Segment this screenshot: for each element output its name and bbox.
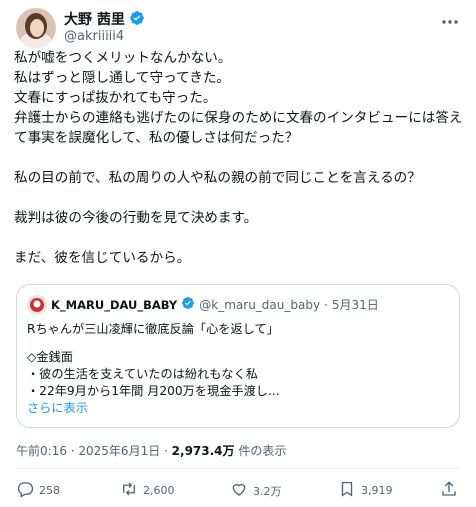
- bookmark-icon: [338, 480, 356, 501]
- share-icon: [440, 480, 458, 501]
- quoted-date: 5月31日: [331, 298, 379, 312]
- post-line: 私はずっと隠し通して守ってきた。: [14, 70, 231, 86]
- view-count: 2,973.4万: [171, 444, 235, 458]
- like-count: 3.2万: [253, 484, 282, 498]
- reply-count: 258: [39, 484, 60, 497]
- bookmark-count: 3,919: [361, 484, 393, 497]
- post-line: 文春にすっぱ抜かれても守った。: [14, 90, 217, 106]
- display-name[interactable]: 大野 茜里: [64, 11, 125, 29]
- quoted-avatar: [27, 295, 47, 315]
- verified-badge-icon: [181, 296, 195, 314]
- quoted-post-header: K_MARU_DAU_BABY @k_maru_dau_baby · 5月31日: [27, 295, 379, 315]
- post-timestamp[interactable]: 午前0:16 · 2025年6月1日 ·: [16, 444, 172, 458]
- user-handle[interactable]: @akriiiii4: [64, 29, 124, 45]
- name-row: 大野 茜里: [64, 10, 145, 30]
- post-meta: 午前0:16 · 2025年6月1日 · 2,973.4万 件の表示: [16, 443, 286, 459]
- bookmark-button[interactable]: 3,919: [338, 480, 393, 501]
- quoted-line: ・22年9月から1年間 月200万を現金手渡し...: [27, 384, 280, 398]
- reply-button[interactable]: 258: [16, 480, 60, 501]
- like-button[interactable]: 3.2万: [230, 480, 282, 501]
- share-button[interactable]: [440, 480, 458, 501]
- repost-count: 2,600: [143, 484, 175, 497]
- repost-icon: [120, 480, 138, 501]
- post-text: 私が嘘をつくメリットなんかない。 私はずっと隠し通して守ってきた。 文春にすっぱ…: [14, 48, 466, 268]
- divider: [16, 468, 460, 469]
- action-bar: 258 2,600 3.2万 3,919: [16, 480, 460, 500]
- verified-badge-icon: [129, 10, 145, 30]
- post-header: 大野 茜里 @akriiiii4: [16, 8, 460, 48]
- quoted-handle: @k_maru_dau_baby: [199, 298, 321, 312]
- post-line: 裁判は彼の今後の行動を見て決めます。: [14, 210, 258, 226]
- avatar[interactable]: [16, 8, 56, 48]
- views-label: 件の表示: [234, 444, 287, 458]
- quoted-display-name: K_MARU_DAU_BABY: [51, 298, 178, 312]
- post-line: 私が嘘をつくメリットなんかない。: [14, 50, 232, 66]
- quoted-post[interactable]: K_MARU_DAU_BABY @k_maru_dau_baby · 5月31日…: [16, 284, 460, 428]
- quoted-line: ・彼の生活を支えていたのは紛れもなく私: [27, 367, 258, 381]
- repost-button[interactable]: 2,600: [120, 480, 175, 501]
- meta-separator: ·: [324, 298, 328, 312]
- quoted-line: ◇金銭面: [27, 350, 73, 364]
- show-more-link[interactable]: さらに表示: [27, 400, 451, 417]
- quoted-line: Rちゃんが三山凌輝に徹底反論「心を返して」: [27, 322, 279, 336]
- quoted-text: Rちゃんが三山凌輝に徹底反論「心を返して」 ◇金銭面 ・彼の生活を支えていたのは…: [27, 321, 451, 417]
- post-line: 私の目の前で、私の周りの人や私の親の前で同じことを言えるの？: [14, 170, 421, 186]
- more-options-icon[interactable]: [440, 12, 460, 32]
- post-line: 弁護士からの連絡も逃げたのに保身のために文春のインタビューには答え: [14, 110, 463, 126]
- reply-icon: [16, 480, 34, 501]
- heart-icon: [230, 480, 248, 501]
- post: 大野 茜里 @akriiiii4 私が嘘をつくメリットなんかない。 私はずっと隠…: [0, 0, 476, 507]
- post-line: て事実を誤魔化して、私の優しさは何だった？: [14, 130, 299, 146]
- post-line: まだ、彼を信じているから。: [14, 250, 191, 266]
